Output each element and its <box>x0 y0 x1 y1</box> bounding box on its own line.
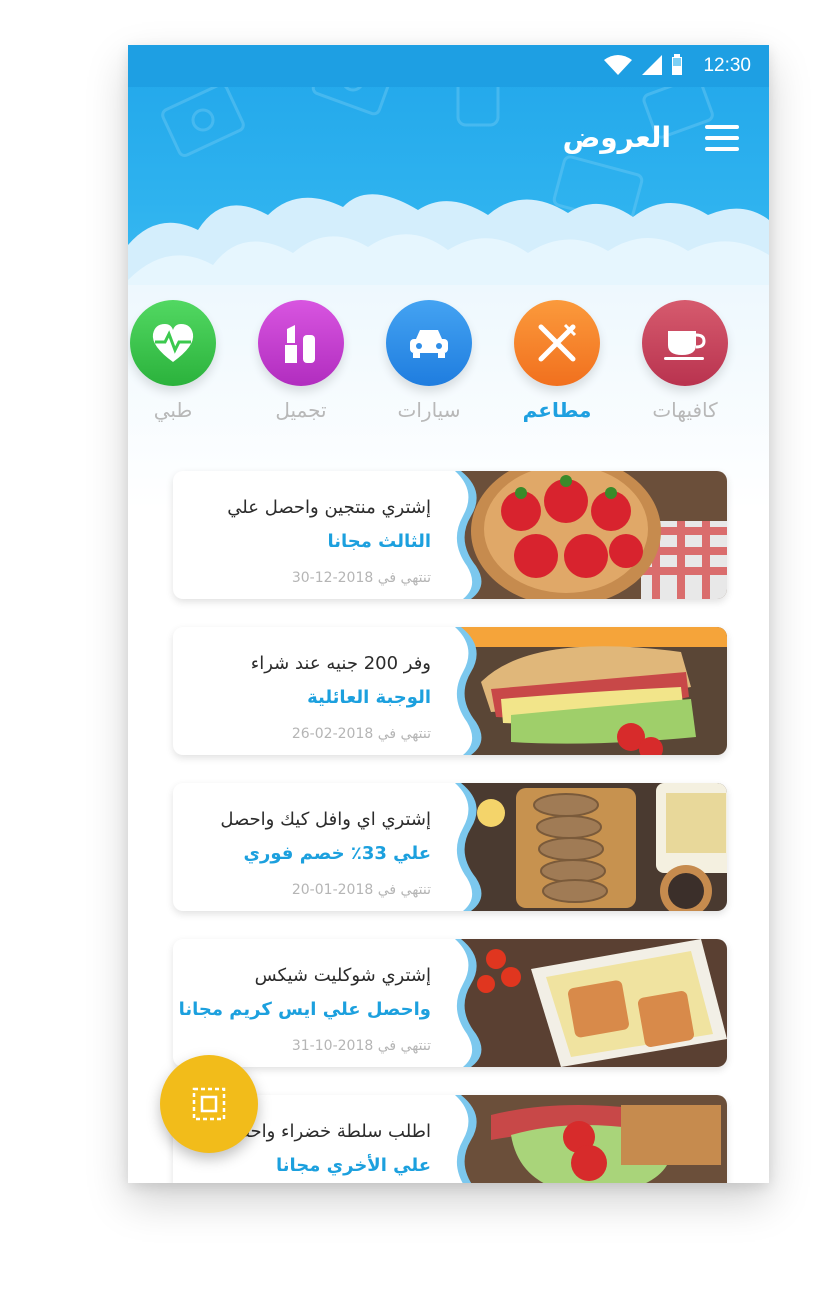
battery-icon <box>672 54 682 75</box>
offer-title: إشتري اي وافل كيك واحصل <box>220 809 431 830</box>
page-title: العروض <box>562 121 671 154</box>
offer-highlight: علي الأخري مجانا <box>275 1155 431 1176</box>
offer-title: وفر 200 جنيه عند شراء <box>250 653 431 674</box>
offer-card[interactable]: إشتري اي وافل كيك واحصل علي 33٪ خصم فوري… <box>173 783 727 911</box>
status-bar: 12:30 <box>128 45 769 87</box>
menu-button[interactable] <box>705 125 739 153</box>
sandwich-image <box>451 627 727 755</box>
category-label: مطاعم <box>522 398 592 422</box>
card-wave <box>441 471 482 599</box>
phone-screen: 12:30 العروض كافيهات مطاعم سيارات تجميل … <box>128 45 769 1183</box>
card-wave <box>441 939 482 1067</box>
hamburger-icon <box>705 125 739 129</box>
category-label: سيارات <box>397 398 461 422</box>
offer-highlight: الثالث مجانا <box>327 531 431 552</box>
offer-expiry: تنتهي في 2018-01-20 <box>291 882 431 898</box>
salad-image <box>451 1095 727 1183</box>
offer-card[interactable]: إشتري شوكليت شيكس واحصل علي ايس كريم مجا… <box>173 939 727 1067</box>
offer-card[interactable]: إشتري منتجين واحصل علي الثالث مجانا تنته… <box>173 471 727 599</box>
offer-highlight: علي 33٪ خصم فوري <box>243 843 431 864</box>
bread-image <box>451 783 727 911</box>
fork-knife-icon <box>538 323 577 362</box>
category-cafes[interactable]: كافيهات <box>635 300 735 422</box>
card-wave <box>441 783 482 911</box>
category-cars[interactable]: سيارات <box>379 300 479 422</box>
category-label: تجميل <box>275 398 327 422</box>
strawberries-image <box>451 471 727 599</box>
offer-expiry: تنتهي في 2018-12-30 <box>291 570 431 586</box>
category-restaurants[interactable]: مطاعم <box>507 300 607 422</box>
offer-title: إشتري منتجين واحصل علي <box>227 497 431 518</box>
signal-icon <box>642 55 662 75</box>
lipstick-icon <box>285 325 315 363</box>
category-label: كافيهات <box>652 398 718 422</box>
offer-title: إشتري شوكليت شيكس <box>254 965 431 986</box>
offer-highlight: واحصل علي ايس كريم مجانا <box>178 999 431 1020</box>
wifi-icon <box>604 55 632 75</box>
offer-expiry: تنتهي في 2018-02-26 <box>291 726 431 742</box>
offer-highlight: الوجبة العائلية <box>307 687 431 708</box>
category-medical[interactable]: طبي <box>128 300 223 422</box>
status-time: 12:30 <box>703 55 751 76</box>
heart-pulse-icon <box>152 324 194 362</box>
car-icon <box>410 330 448 358</box>
card-wave <box>441 1095 477 1183</box>
scan-icon <box>192 1087 226 1121</box>
coffee-cup-icon <box>664 331 706 360</box>
salmon-image <box>451 939 727 1067</box>
offer-expiry: تنتهي في 2018-10-31 <box>291 1038 431 1054</box>
scan-fab-button[interactable] <box>160 1055 258 1153</box>
category-label: طبي <box>153 398 193 422</box>
card-wave <box>441 627 482 755</box>
offer-card[interactable]: وفر 200 جنيه عند شراء الوجبة العائلية تن… <box>173 627 727 755</box>
category-beauty[interactable]: تجميل <box>251 300 351 422</box>
